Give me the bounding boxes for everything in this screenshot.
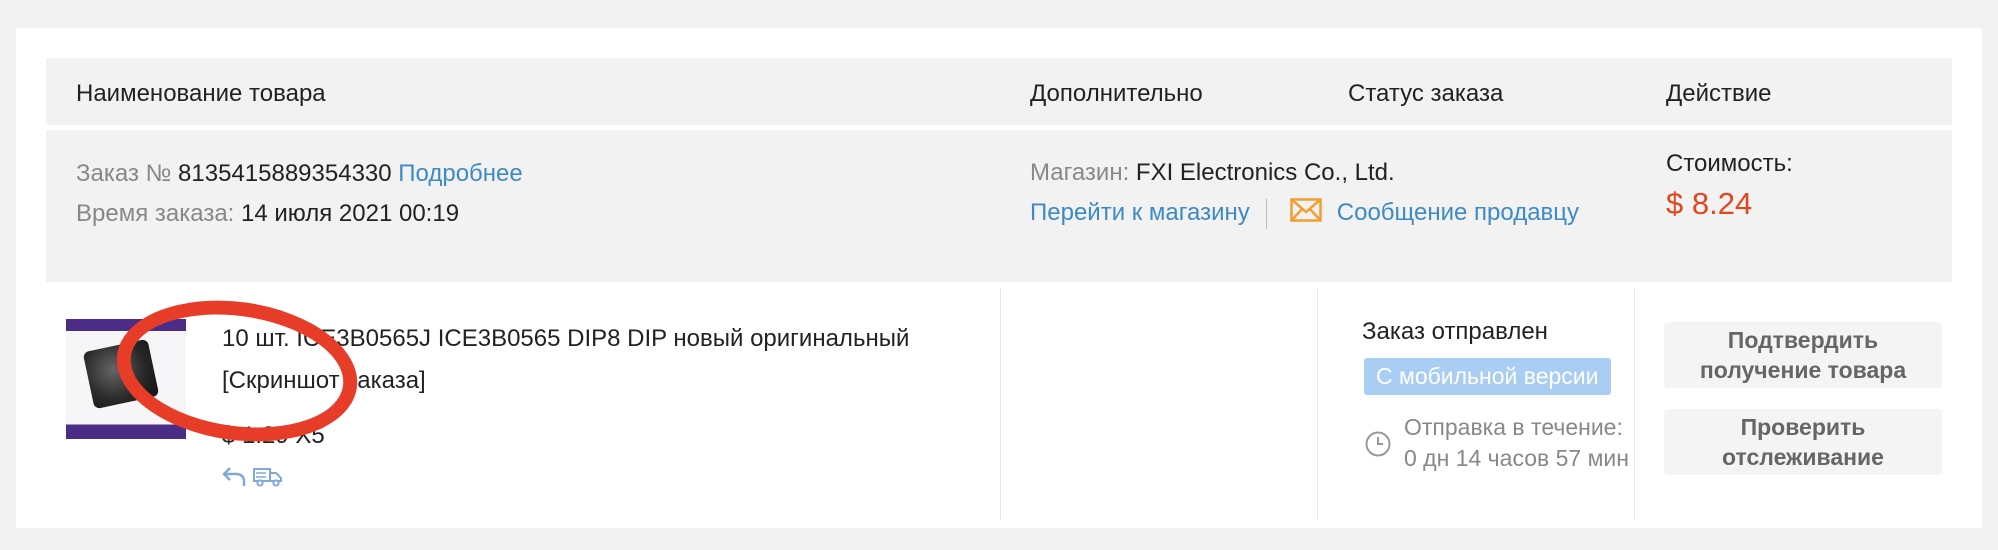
envelope-icon[interactable] [1290,198,1322,229]
header-order-status: Статус заказа [1348,80,1504,107]
header-action: Действие [1666,80,1772,107]
confirm-receipt-label-1: Подтвердить [1727,327,1879,353]
header-additional: Дополнительно [1030,80,1203,107]
store-label: Магазин: [1030,159,1130,186]
shipping-time-label: Отправка в течение: [1404,414,1623,440]
shipping-time: Отправка в течение: 0 дн 14 часов 57 мин [1404,412,1629,474]
check-tracking-label-1: Проверить [1740,414,1866,440]
store-name: FXI Electronics Co., Ltd. [1135,159,1395,186]
order-number: 8135415889354330 [178,160,392,187]
mobile-version-badge: С мобильной версии [1364,358,1611,395]
product-icons [222,464,284,493]
order-summary: Заказ № 8135415889354330 Подробнее Время… [46,130,1952,282]
go-to-store-link[interactable]: Перейти к магазину [1030,199,1250,226]
confirm-receipt-label-2: получение товара [1699,357,1907,383]
order-time-label: Время заказа: [76,200,235,227]
shipping-time-value: 0 дн 14 часов 57 мин [1404,445,1629,471]
confirm-receipt-button[interactable]: Подтвердить получение товара [1664,322,1942,388]
return-icon[interactable] [222,467,252,492]
check-tracking-button[interactable]: Проверить отслеживание [1664,409,1942,475]
separator [1266,198,1268,229]
clock-icon [1364,430,1392,463]
message-seller-link[interactable]: Сообщение продавцу [1337,199,1579,226]
header-product-name: Наименование товара [76,80,326,107]
column-divider [1634,288,1635,520]
column-divider [1000,288,1001,520]
column-divider [1317,288,1318,520]
order-card: Наименование товара Дополнительно Статус… [16,28,1982,528]
order-number-label: Заказ № [76,160,172,187]
delivery-truck-icon[interactable] [252,468,284,492]
check-tracking-label-2: отслеживание [1722,444,1884,470]
order-details-link[interactable]: Подробнее [398,160,522,187]
store-row: Магазин: FXI Electronics Co., Ltd. [1030,159,1395,187]
order-item-row: 10 шт. ICE3B0565J ICE3B0565 DIP8 DIP нов… [46,282,1952,526]
store-links-row: Перейти к магазину Сообщение продавцу [1030,198,1579,229]
order-status-text: Заказ отправлен [1362,318,1548,345]
cost-label: Стоимость: [1666,150,1793,177]
order-number-row: Заказ № 8135415889354330 Подробнее [76,160,523,188]
order-time-row: Время заказа: 14 июля 2021 00:19 [76,200,459,228]
table-header: Наименование товара Дополнительно Статус… [46,58,1952,125]
order-time: 14 июля 2021 00:19 [241,200,460,227]
order-cost: $ 8.24 [1666,186,1753,221]
